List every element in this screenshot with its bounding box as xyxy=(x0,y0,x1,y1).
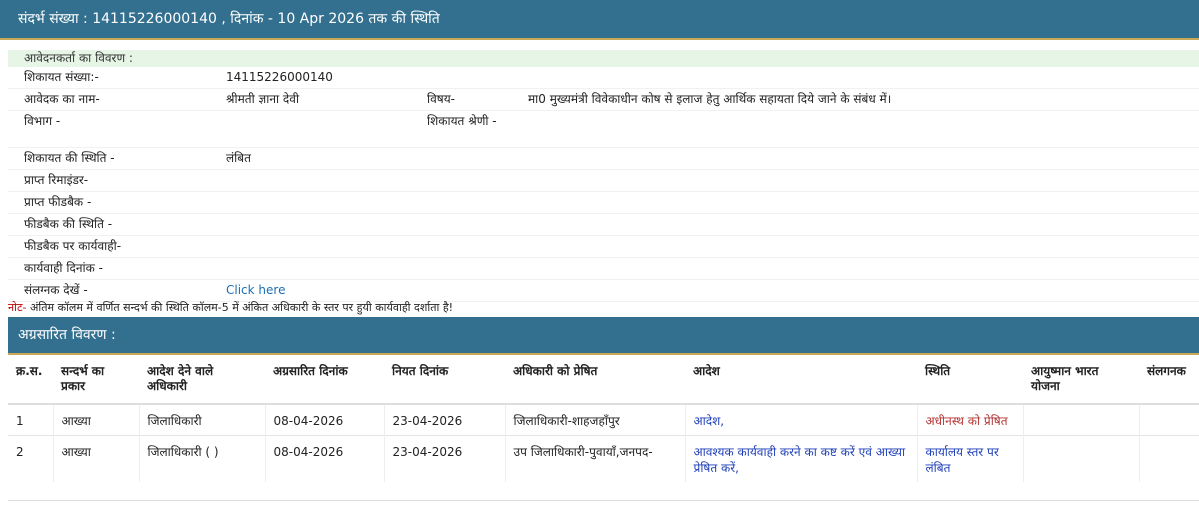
feedback-action-label: फीडबैक पर कार्यवाही- xyxy=(24,239,122,253)
cell-forward-date: 08-04-2026 xyxy=(264,403,384,436)
cell-order: आवश्यक कार्यवाही करने का कष्ट करें एवं आ… xyxy=(684,435,917,482)
note-prefix: नोट- xyxy=(8,301,27,314)
col-sno: क्र.स. xyxy=(8,356,53,405)
department-row: विभाग - शिकायत श्रेणी - xyxy=(8,111,1199,148)
feedback-status-label: फीडबैक की स्थिति - xyxy=(24,217,113,231)
reminder-label: प्राप्त रिमाइंडर- xyxy=(24,173,89,187)
col-forward-date: अग्रसारित दिनांक xyxy=(265,356,384,405)
col-ordering-officer: आदेश देने वाले अधिकारी xyxy=(139,356,265,405)
col-status: स्थिति xyxy=(917,356,1023,405)
col-due-date: नियत दिनांक xyxy=(384,356,505,405)
cell-attachment xyxy=(1138,403,1199,436)
cell-type: आख्या xyxy=(52,435,139,482)
name-row: आवेदक का नाम- श्रीमती ज्ञाना देवी विषय- … xyxy=(8,89,1199,111)
action-date-label: कार्यवाही दिनांक - xyxy=(24,261,103,275)
feedback-status-row: फीडबैक की स्थिति - xyxy=(8,214,1199,236)
complaint-no-value: 14115226000140 xyxy=(226,70,333,84)
cell-forward-date: 08-04-2026 xyxy=(264,435,384,482)
status-label: शिकायत की स्थिति - xyxy=(24,151,115,165)
department-label: विभाग - xyxy=(24,114,61,128)
cell-type: आख्या xyxy=(52,403,139,436)
cell-due-date: 23-04-2026 xyxy=(383,403,505,436)
applicant-section-title: आवेदनकर्ता का विवरण : xyxy=(8,50,1199,67)
feedback-row: प्राप्त फीडबैक - xyxy=(8,192,1199,214)
applicant-panel: आवेदनकर्ता का विवरण : शिकायत संख्या:- 14… xyxy=(8,50,1199,302)
cell-attachment xyxy=(1138,435,1199,482)
cell-ayushman xyxy=(1022,403,1139,436)
col-attachment: संलगनक xyxy=(1139,356,1199,405)
cell-ordering-officer: जिलाधिकारी xyxy=(138,403,265,436)
bottom-divider xyxy=(8,500,1199,501)
col-ayushman: आयुष्मान भारत योजना xyxy=(1023,356,1139,405)
cell-ordering-officer: जिलाधिकारी ( ) xyxy=(138,435,265,482)
cell-status: कार्यालय स्तर पर लंबित xyxy=(916,435,1023,482)
action-date-row: कार्यवाही दिनांक - xyxy=(8,258,1199,280)
cell-sent-to: जिलाधिकारी-शाहजहाँपुर xyxy=(504,403,685,436)
col-type: सन्दर्भ का प्रकार xyxy=(53,356,139,405)
cell-ayushman xyxy=(1022,435,1139,482)
table-row: 2 आख्या जिलाधिकारी ( ) 08-04-2026 23-04-… xyxy=(8,435,1199,482)
cell-sent-to: उप जिलाधिकारी-पुवायाँ,जनपद- xyxy=(504,435,685,482)
complaint-no-row: शिकायत संख्या:- 14115226000140 xyxy=(8,67,1199,89)
forwarded-section-title: अग्रसारित विवरण : xyxy=(18,327,116,343)
subject-value: मा0 मुख्यमंत्री विवेकाधीन कोष से इलाज हे… xyxy=(528,92,892,106)
applicant-name-label: आवेदक का नाम- xyxy=(24,92,100,106)
forwarded-table: क्र.स. सन्दर्भ का प्रकार आदेश देने वाले … xyxy=(8,356,1199,482)
cell-due-date: 23-04-2026 xyxy=(383,435,505,482)
note: नोट- अंतिम कॉलम में वर्णित सन्दर्भ की स्… xyxy=(8,300,453,315)
cell-sno: 2 xyxy=(8,435,53,482)
applicant-name-value: श्रीमती ज्ञाना देवी xyxy=(226,92,300,106)
feedback-label: प्राप्त फीडबैक - xyxy=(24,195,92,209)
cell-order: आदेश, xyxy=(684,403,917,436)
header-divider xyxy=(0,38,1199,40)
reminder-row: प्राप्त रिमाइंडर- xyxy=(8,170,1199,192)
status-value: लंबित xyxy=(226,151,251,165)
forwarded-divider xyxy=(8,353,1199,355)
subject-label: विषय- xyxy=(427,92,456,106)
attachment-row: संलग्नक देखें - Click here xyxy=(8,280,1199,302)
feedback-action-row: फीडबैक पर कार्यवाही- xyxy=(8,236,1199,258)
note-text: अंतिम कॉलम में वर्णित सन्दर्भ की स्थिति … xyxy=(26,301,454,314)
category-label: शिकायत श्रेणी - xyxy=(427,114,497,128)
complaint-no-label: शिकायत संख्या:- xyxy=(24,70,99,84)
cell-sno: 1 xyxy=(8,403,53,436)
col-order: आदेश xyxy=(685,356,917,405)
cell-status: अधीनस्थ को प्रेषित xyxy=(916,403,1023,436)
table-row: 1 आख्या जिलाधिकारी 08-04-2026 23-04-2026… xyxy=(8,403,1199,436)
status-row: शिकायत की स्थिति - लंबित xyxy=(8,148,1199,170)
forwarded-header: अग्रसारित विवरण : xyxy=(8,317,1199,353)
attachment-link[interactable]: Click here xyxy=(226,283,285,298)
col-sent-to: अधिकारी को प्रेषित xyxy=(505,356,685,405)
page-title: संदर्भ संख्या : 14115226000140 , दिनांक … xyxy=(18,11,440,27)
page-header: संदर्भ संख्या : 14115226000140 , दिनांक … xyxy=(0,0,1199,38)
table-header-row: क्र.स. सन्दर्भ का प्रकार आदेश देने वाले … xyxy=(8,356,1199,405)
attachment-label: संलग्नक देखें - xyxy=(24,283,88,297)
